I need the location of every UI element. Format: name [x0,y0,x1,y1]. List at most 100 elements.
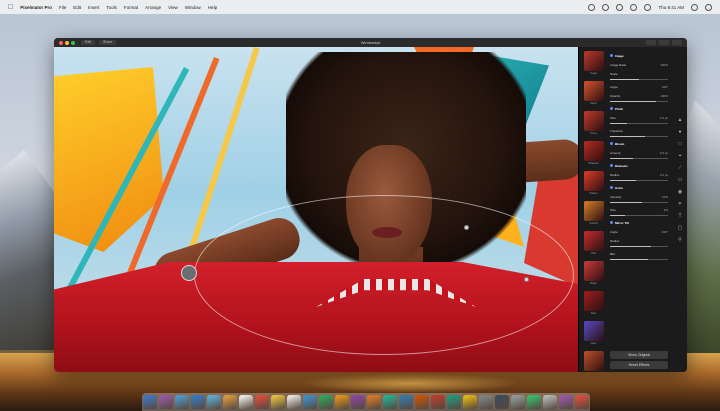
dock-app-icon[interactable] [335,395,349,409]
effect-setting-value[interactable]: 100° [662,230,668,234]
effect-toggle-icon[interactable] [610,142,613,145]
effect-setting-value[interactable]: 100° [662,85,668,89]
effect-preset[interactable]: Retro [581,351,606,372]
eraser-icon[interactable]: ▭ [677,177,683,183]
apple-menu-icon[interactable]:  [8,4,13,11]
effect-preset[interactable]: Dark [581,291,606,320]
tools-panel-button[interactable] [646,40,656,45]
dock-app-icon[interactable] [175,395,189,409]
menu-arrange[interactable]: Arrange [145,5,161,10]
effect-setting-row[interactable]: Image Ratio 100% [608,60,670,69]
effect-toggle-icon[interactable] [610,107,613,110]
effect-setting-value[interactable]: 3.2 px [660,173,668,177]
shape-icon[interactable]: ▢ [677,225,683,231]
effect-setting-value[interactable]: 10% [662,195,668,199]
dock-app-icon[interactable] [159,395,173,409]
dock-app-icon[interactable] [287,395,301,409]
effect-preset[interactable]: Bright [581,261,606,290]
dock-app-icon[interactable] [351,395,365,409]
effect-header[interactable]: Bloom [608,139,670,148]
effect-setting-row[interactable]: Angle 100° [608,82,670,91]
effect-setting-row[interactable]: Intensity 10% [608,192,670,201]
spotlight-icon[interactable] [691,3,698,11]
effect-setting-value[interactable]: 100% [660,63,668,67]
effect-setting-row[interactable]: Angle 100° [608,227,670,236]
layers-panel-button[interactable] [659,40,669,45]
dock-app-icon[interactable] [319,395,333,409]
effect-setting-row[interactable]: Amount 2.5 px [608,148,670,157]
effect-toggle-icon[interactable] [610,186,613,189]
effect-radius-handle[interactable] [524,277,529,282]
effect-preset[interactable]: Warm [581,81,606,110]
dock-app-icon[interactable] [223,395,237,409]
time-machine-icon[interactable] [588,3,596,11]
share-toolbar-button[interactable]: Share [99,40,117,45]
zoom-window-button[interactable] [71,40,75,45]
dock-app-icon[interactable] [495,395,509,409]
dock-app-icon[interactable] [143,395,157,409]
dock-app-icon[interactable] [367,395,381,409]
dock-app-icon[interactable] [415,395,429,409]
dock-app-icon[interactable] [559,395,573,409]
menu-edit[interactable]: Edit [73,5,81,10]
effect-header[interactable]: Diameter [608,161,670,170]
dock-app-icon[interactable] [239,395,253,409]
effect-setting-row[interactable]: Radius 3.2 px [608,170,670,179]
app-menu[interactable]: Pixelmator Pro [20,5,52,10]
zoom-icon[interactable]: ⚲ [677,237,683,243]
menu-format[interactable]: Format [124,5,138,10]
dock-app-icon[interactable] [431,395,445,409]
effect-slider[interactable] [608,258,670,262]
effect-toggle-icon[interactable] [610,221,613,224]
effect-setting-value[interactable]: 2% [664,208,668,212]
menu-bar-clock[interactable]: Thu 9:41 AM [658,5,684,10]
close-window-button[interactable] [59,40,63,45]
menu-insert[interactable]: Insert [88,5,99,10]
effect-toggle-icon[interactable] [610,164,613,167]
dock-app-icon[interactable] [575,395,589,409]
dock-app-icon[interactable] [207,395,221,409]
effect-preset[interactable]: Colorful [581,201,606,230]
dock-app-icon[interactable] [479,395,493,409]
type-icon[interactable]: T [677,213,683,219]
dock-app-icon[interactable] [255,395,269,409]
effect-header[interactable]: Image [608,51,670,60]
effect-preset[interactable]: Image [581,51,606,80]
dock-app-icon[interactable] [463,395,477,409]
image-canvas[interactable] [54,47,578,372]
effect-preset[interactable]: Pattern [581,171,606,200]
effect-preset[interactable]: Tones [581,111,606,140]
arrange-icon[interactable]: ▲ [677,117,683,123]
bluetooth-icon[interactable] [602,3,610,11]
menu-help[interactable]: Help [208,5,217,10]
dock-app-icon[interactable] [383,395,397,409]
effect-preset[interactable]: Vivid [581,231,606,260]
menu-view[interactable]: View [168,5,178,10]
reset-effects-button[interactable]: Reset Effects [610,361,668,369]
effect-setting-row[interactable]: Opacity 100% [608,91,670,100]
menu-file[interactable]: File [59,5,66,10]
effect-setting-value[interactable]: 2.5 px [660,151,668,155]
dock-app-icon[interactable] [511,395,525,409]
effect-header[interactable]: Grain [608,183,670,192]
repair-icon[interactable]: ✶ [677,201,683,207]
effect-header[interactable]: Mirror Tilt [608,218,670,227]
brush-icon[interactable]: ∕ [677,165,683,171]
effect-preset[interactable]: Shadows [581,141,606,170]
effect-setting-row[interactable]: Blur [608,249,670,258]
volume-icon[interactable] [630,3,638,11]
clone-icon[interactable]: ◉ [677,189,683,195]
effect-preset[interactable]: Glow [581,321,606,350]
dock-app-icon[interactable] [271,395,285,409]
notification-center-icon[interactable] [705,3,712,11]
effect-setting-value[interactable]: 100% [660,94,668,98]
dock-app-icon[interactable] [303,395,317,409]
wifi-icon[interactable] [616,3,624,11]
selection-icon[interactable]: □ [677,141,683,147]
style-icon[interactable]: ● [677,129,683,135]
minimize-window-button[interactable] [65,40,69,45]
dock-app-icon[interactable] [399,395,413,409]
menu-window[interactable]: Window [185,5,201,10]
edit-toolbar-button[interactable]: Edit [81,40,96,45]
effects-panel-button[interactable] [672,40,682,45]
